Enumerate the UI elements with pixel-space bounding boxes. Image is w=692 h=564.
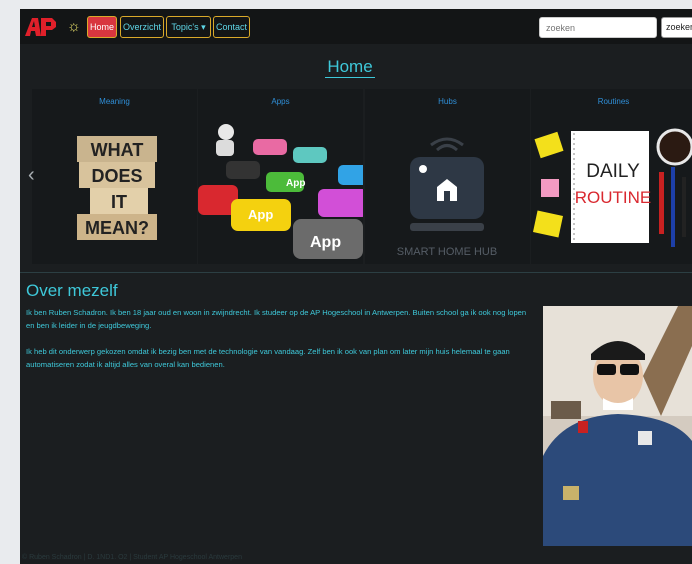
block-text-it: IT — [111, 192, 127, 212]
carousel-slide-meaning[interactable]: Meaning WHAT DOES IT MEAN? — [32, 89, 197, 264]
hubs-image: SMART HOME HUB — [397, 137, 497, 258]
apps-image: App App App — [198, 124, 363, 259]
nav-topics-dropdown[interactable]: Topic's ▾ — [166, 16, 211, 38]
chevron-left-icon[interactable]: ‹ — [28, 164, 35, 187]
slide-label: Apps — [271, 97, 290, 106]
meaning-image: WHAT DOES IT MEAN? — [77, 136, 157, 240]
nav-contact[interactable]: Contact — [213, 16, 250, 38]
block-text-what: WHAT — [91, 140, 144, 160]
block-text-does: DOES — [91, 166, 142, 186]
about-heading: Over mezelf — [26, 281, 118, 300]
hub-caption: SMART HOME HUB — [397, 246, 497, 258]
app-text: App — [248, 207, 273, 222]
nav-home[interactable]: Home — [87, 16, 117, 38]
routine-text-daily: DAILY — [586, 161, 640, 182]
navbar: ☼ Home Overzicht Topic's ▾ Contact zoeke… — [20, 9, 692, 44]
about-paragraph-2: Ik heb dit onderwerp gekozen omdat ik be… — [26, 347, 510, 369]
app-text: App — [286, 178, 305, 189]
slide-label: Meaning — [99, 97, 130, 106]
block-text-mean: MEAN? — [85, 218, 149, 238]
search-input[interactable] — [539, 17, 657, 38]
footer: © Ruben Schadron | D. 1ND1. O2 | Student… — [22, 554, 242, 561]
routines-image: DAILY ROUTINE — [532, 128, 692, 247]
slide-label: Routines — [597, 97, 630, 106]
routine-text-routine: ROUTINE — [575, 188, 652, 207]
search-button[interactable]: zoeken — [661, 17, 692, 38]
carousel-slide-apps[interactable]: Apps App App App — [198, 89, 363, 264]
profile-photo — [543, 306, 692, 546]
page-title: Home — [325, 57, 375, 78]
about-paragraph-1: Ik ben Ruben Schadron. Ik ben 18 jaar ou… — [26, 308, 527, 330]
sun-icon[interactable]: ☼ — [67, 19, 81, 34]
nav-overzicht[interactable]: Overzicht — [120, 16, 164, 38]
carousel-slide-routines[interactable]: Routines DAILY ROUTINE — [531, 89, 692, 264]
ap-logo[interactable] — [25, 18, 57, 36]
slide-label: Hubs — [438, 97, 457, 106]
carousel-slide-hubs[interactable]: Hubs SMART HOME HUB — [365, 89, 530, 264]
page: ☼ Home Overzicht Topic's ▾ Contact zoeke… — [20, 9, 692, 564]
section-divider — [20, 272, 692, 273]
carousel: Meaning WHAT DOES IT MEAN? Apps App App … — [20, 89, 692, 264]
app-text: App — [310, 234, 341, 251]
